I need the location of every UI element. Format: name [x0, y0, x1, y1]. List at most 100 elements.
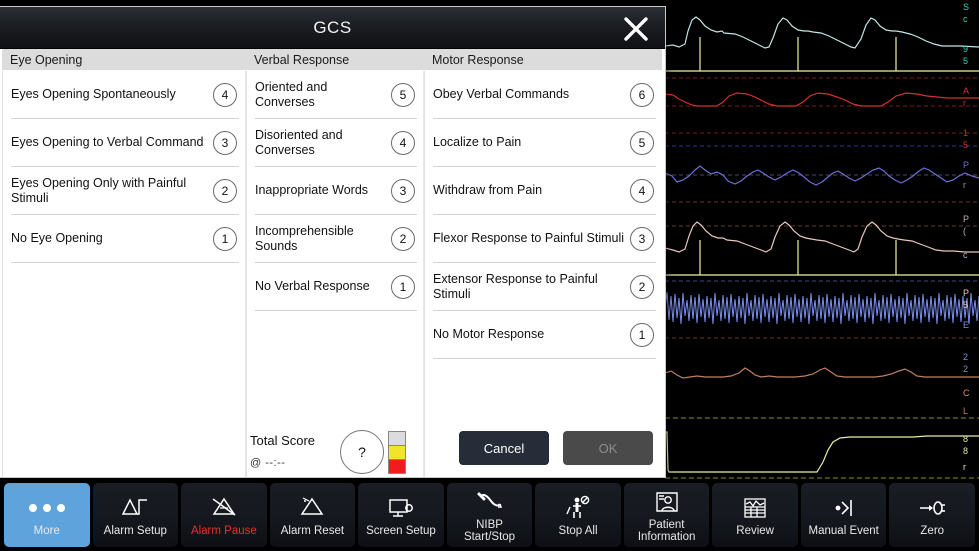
dialog-footer: Cancel OK [459, 431, 653, 465]
item-label: Extensor Response to Painful Stimuli [433, 271, 598, 301]
stop-all-icon [563, 493, 593, 523]
toolbar-button-alarm-pause[interactable]: Alarm Pause [181, 483, 267, 547]
toolbar-button-alarm-setup[interactable]: Alarm Setup [92, 483, 179, 547]
list-item[interactable]: No Eye Opening 1 [11, 215, 239, 263]
toolbar-label: NIBP Start/Stop [463, 519, 516, 543]
manual-event-icon [830, 493, 858, 523]
toolbar-label: Stop All [558, 525, 598, 537]
list-item[interactable]: Incomprehensible Sounds 2 [255, 215, 417, 263]
toolbar-button-zero[interactable]: Zero [889, 483, 976, 547]
column-eye-opening: Eye Opening Eyes Opening Spontaneously 4… [2, 49, 246, 477]
waveform-area [665, 0, 979, 480]
toolbar-label: Zero [920, 525, 945, 537]
list-item[interactable]: Inappropriate Words 3 [255, 167, 417, 215]
score-badge: 4 [391, 130, 415, 155]
nibp-cuff-icon [475, 487, 505, 517]
screen-setup-icon [386, 493, 416, 523]
score-badge: 5 [391, 82, 415, 107]
list-item[interactable]: Eyes Opening Only with Painful Stimuli 2 [11, 167, 239, 215]
column-verbal-response: Verbal Response Oriented and Converses 5… [246, 49, 424, 477]
toolbar-button-review[interactable]: Review [712, 483, 798, 547]
toolbar-label: Alarm Setup [103, 525, 167, 537]
ok-button[interactable]: OK [563, 431, 653, 465]
item-label: Incomprehensible Sounds [255, 223, 354, 253]
list-verbal-response: Oriented and Converses 5 Disoriented and… [246, 71, 424, 477]
alarm-setup-icon [120, 493, 150, 523]
legend-swatch-alarm [388, 459, 406, 474]
toolbar-button-nibp-start-stop[interactable]: NIBP Start/Stop [446, 483, 533, 547]
monitor-screen: S c 9 5 A r 1 5 P r P ( c P 5 E 2 2 C L … [0, 0, 979, 551]
legend-swatch-normal [388, 431, 406, 446]
item-label: Disoriented and Converses [255, 127, 343, 157]
toolbar-button-alarm-reset[interactable]: Alarm Reset [269, 483, 356, 547]
parameter-panel-sliver[interactable]: S c 9 5 A r 1 5 P r P ( c P 5 E 2 2 C L … [963, 0, 979, 480]
toolbar-label: Review [736, 525, 774, 537]
dialog-body: Eye Opening Eyes Opening Spontaneously 4… [0, 49, 665, 477]
close-icon[interactable] [617, 10, 655, 48]
score-badge: 3 [630, 226, 654, 251]
review-table-icon [741, 493, 769, 523]
item-label: Obey Verbal Commands [433, 87, 570, 101]
list-item[interactable]: Obey Verbal Commands 6 [433, 71, 656, 119]
toolbar-button-more[interactable]: More [4, 483, 90, 547]
alarm-reset-icon [297, 493, 327, 523]
gcs-dialog: GCS Eye Opening Eyes Opening Spontaneous… [0, 6, 666, 478]
score-badge: 5 [630, 130, 654, 155]
list-item[interactable]: Flexor Response to Painful Stimuli 3 [433, 215, 656, 263]
column-motor-response: Motor Response Obey Verbal Commands 6 Lo… [424, 49, 662, 477]
dialog-title: GCS [313, 18, 352, 37]
toolbar-label: More [33, 525, 60, 537]
list-item[interactable]: Oriented and Converses 5 [255, 71, 417, 119]
waveform-traces [665, 0, 979, 480]
list-item[interactable]: No Motor Response 1 [433, 311, 656, 359]
column-header-motor-response: Motor Response [424, 49, 662, 71]
zero-icon [918, 493, 946, 523]
list-item[interactable]: Withdraw from Pain 4 [433, 167, 656, 215]
total-score-text: Total Score @ --:-- [250, 432, 332, 472]
cancel-button[interactable]: Cancel [459, 431, 549, 465]
list-item[interactable]: Disoriented and Converses 4 [255, 119, 417, 167]
score-badge: 2 [630, 274, 654, 299]
score-badge: 4 [630, 178, 654, 203]
total-score-value: ? [340, 430, 384, 474]
score-badge: 3 [391, 178, 415, 203]
score-badge: 2 [213, 178, 237, 203]
list-item[interactable]: Extensor Response to Painful Stimuli 2 [433, 263, 656, 311]
alarm-pause-icon [209, 493, 239, 523]
list-item[interactable]: Eyes Opening to Verbal Command 3 [11, 119, 239, 167]
bottom-toolbar: More Alarm Setup Alarm Pause Alarm Reset… [0, 480, 979, 551]
total-score-label: Total Score [250, 433, 316, 448]
toolbar-button-manual-event[interactable]: Manual Event [800, 483, 887, 547]
list-item[interactable]: No Verbal Response 1 [255, 263, 417, 311]
legend-swatch-caution [388, 445, 406, 460]
list-eye-opening: Eyes Opening Spontaneously 4 Eyes Openin… [2, 71, 246, 477]
item-label: Localize to Pain [433, 135, 522, 149]
column-header-verbal-response: Verbal Response [246, 49, 424, 71]
item-label: Oriented and Converses [255, 79, 328, 109]
item-label: Eyes Opening Spontaneously [11, 87, 176, 101]
score-color-legend [388, 431, 406, 474]
score-badge: 1 [213, 226, 237, 251]
item-label: No Motor Response [433, 327, 545, 341]
item-label: Flexor Response to Painful Stimuli [433, 231, 625, 245]
score-badge: 1 [391, 274, 415, 299]
toolbar-label: Alarm Pause [190, 525, 257, 537]
toolbar-label: Alarm Reset [280, 525, 345, 537]
item-label: No Verbal Response [255, 279, 370, 293]
item-label: No Eye Opening [11, 231, 103, 245]
list-item[interactable]: Localize to Pain 5 [433, 119, 656, 167]
list-item[interactable]: Eyes Opening Spontaneously 4 [11, 71, 239, 119]
score-badge: 2 [391, 226, 415, 251]
more-dots-icon [28, 493, 65, 523]
toolbar-label: Screen Setup [366, 525, 436, 537]
total-score-block: Total Score @ --:-- ? [250, 421, 420, 477]
patient-card-icon [653, 487, 681, 517]
score-badge: 4 [213, 82, 237, 107]
toolbar-button-screen-setup[interactable]: Screen Setup [358, 483, 444, 547]
list-motor-response: Obey Verbal Commands 6 Localize to Pain … [424, 71, 662, 477]
toolbar-button-patient-information[interactable]: Patient Information [623, 483, 710, 547]
dialog-title-bar: GCS [0, 7, 665, 49]
score-badge: 1 [630, 322, 654, 347]
item-label: Withdraw from Pain [433, 183, 543, 197]
toolbar-button-stop-all[interactable]: Stop All [535, 483, 621, 547]
